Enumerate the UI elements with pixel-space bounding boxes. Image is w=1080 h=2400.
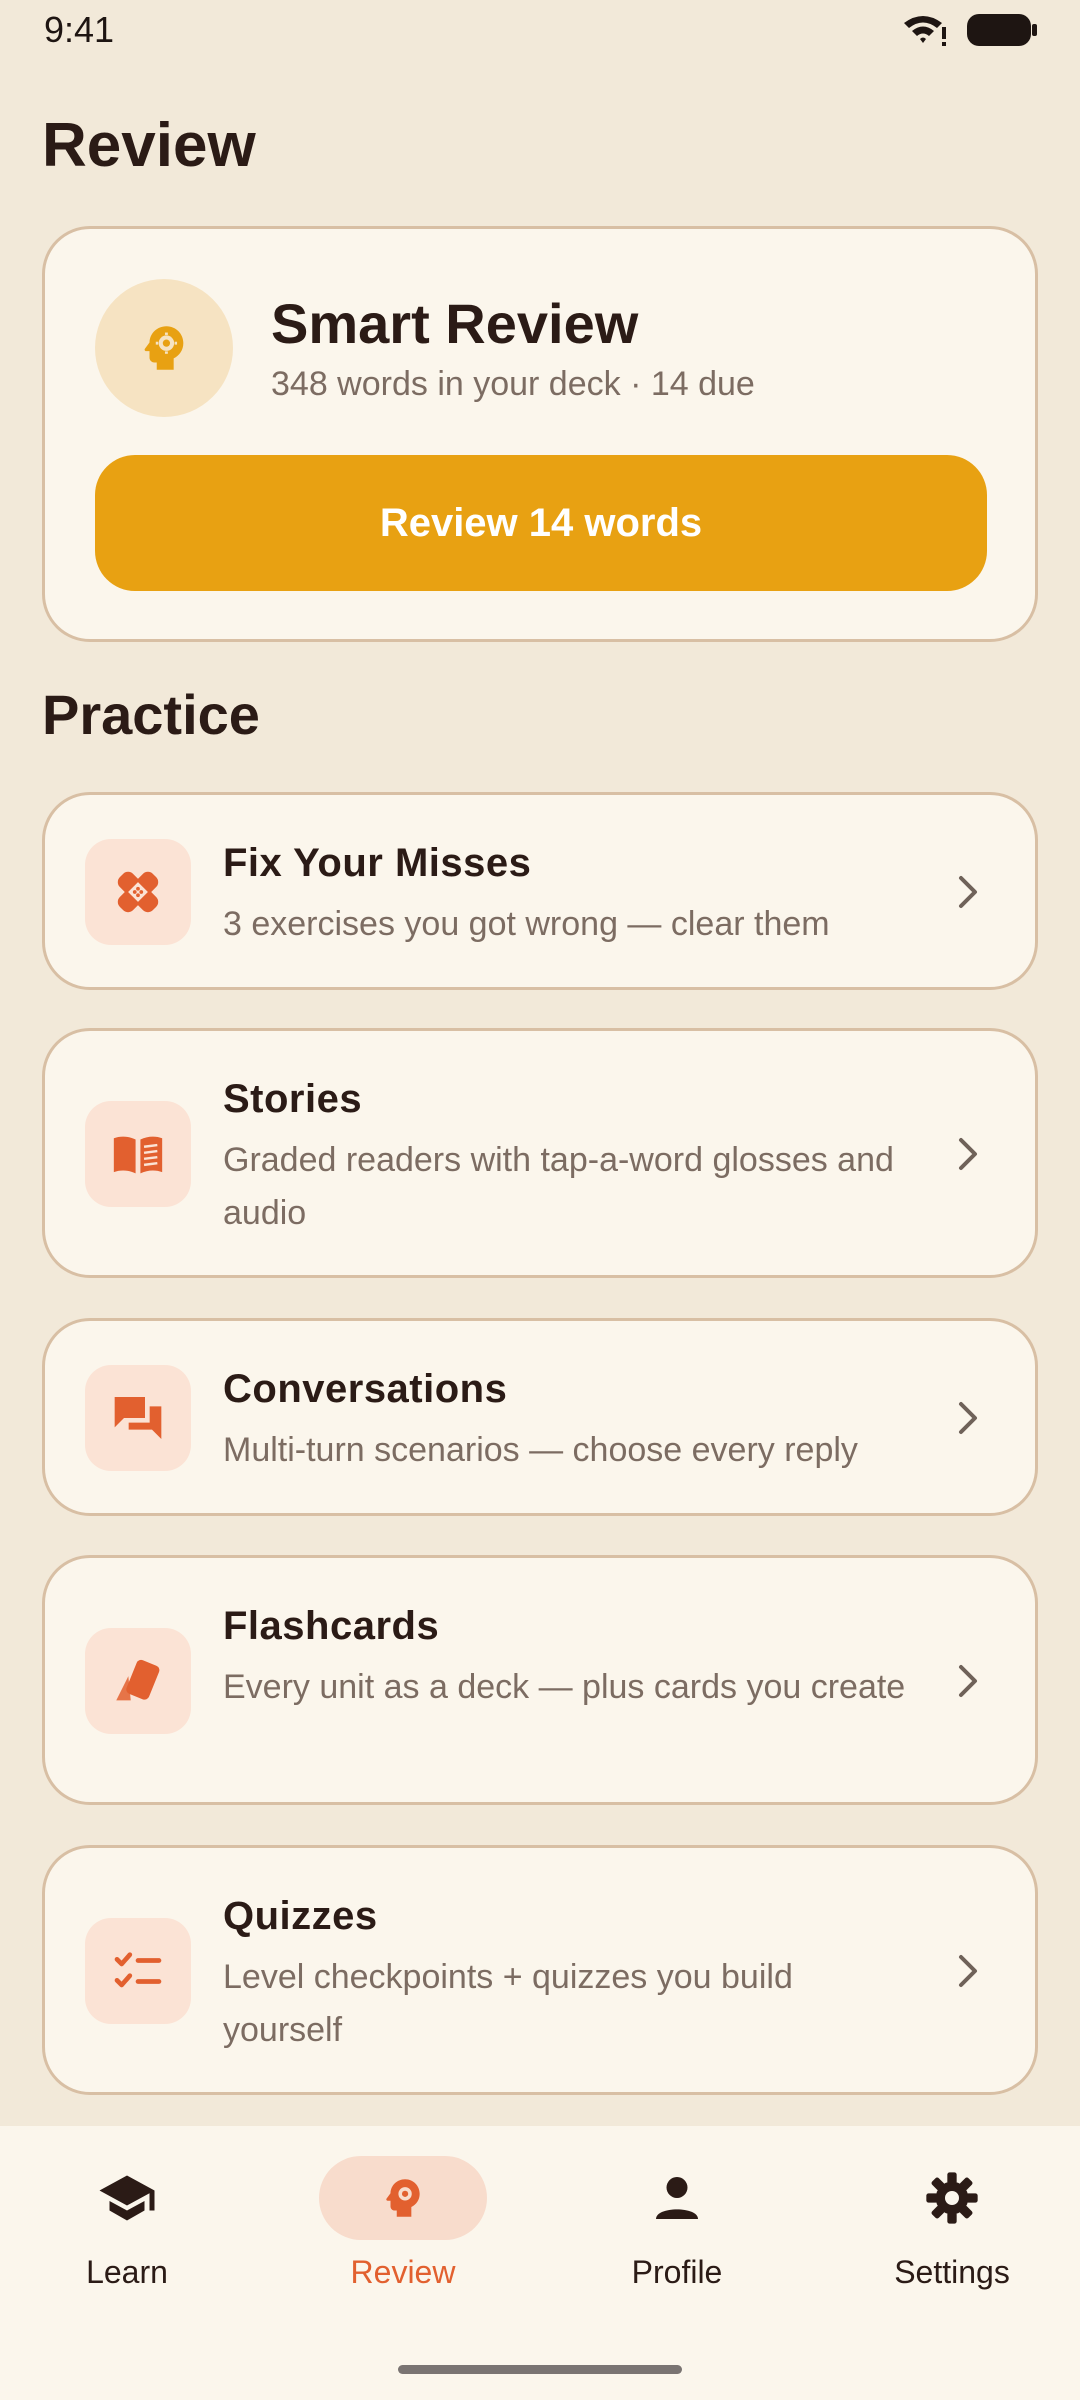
status-icons — [902, 13, 1038, 47]
item-subtitle: Every unit as a deck — plus cards you cr… — [223, 1668, 906, 1706]
nav-item-learn[interactable]: Learn — [2, 2156, 252, 2316]
nav-label: Profile — [631, 2254, 723, 2290]
bottom-navigation: Learn Review Profile Settings — [0, 2126, 1080, 2400]
item-subtitle: Multi-turn scenarios — choose every repl… — [223, 1431, 858, 1469]
item-icon-box — [85, 1365, 191, 1471]
item-subtitle: Level checkpoints + quizzes you build yo… — [223, 1958, 793, 2049]
chevron-right-icon — [959, 1138, 977, 1170]
nav-item-settings[interactable]: Settings — [827, 2156, 1077, 2316]
smart-review-title: Smart Review — [271, 292, 639, 355]
person-icon — [656, 2177, 698, 2219]
status-bar: 9:41 — [0, 0, 1080, 60]
nav-label: Settings — [894, 2254, 1010, 2290]
bandage-icon — [117, 871, 159, 913]
chevron-right-icon — [959, 1402, 977, 1434]
cards-icon — [116, 1659, 160, 1701]
item-icon-box — [85, 1628, 191, 1734]
smart-review-card: Smart Review 348 words in your deck · 14… — [42, 226, 1038, 642]
nav-label: Learn — [86, 2254, 168, 2290]
item-title: Conversations — [223, 1367, 508, 1411]
item-title: Quizzes — [223, 1894, 378, 1938]
item-icon-box — [85, 1101, 191, 1207]
nav-item-profile[interactable]: Profile — [552, 2156, 802, 2316]
nav-item-review[interactable]: Review — [278, 2156, 528, 2316]
page-title: Review — [42, 111, 256, 180]
nav-pill-active — [319, 2156, 487, 2240]
nav-pill — [43, 2156, 211, 2240]
battery-icon — [967, 14, 1037, 46]
book-icon — [113, 1136, 163, 1174]
practice-item-stories[interactable]: Stories Graded readers with tap-a-word g… — [42, 1028, 1038, 1278]
item-icon-box — [85, 839, 191, 945]
wifi-icon — [904, 16, 946, 46]
home-indicator[interactable] — [398, 2365, 682, 2374]
item-subtitle: Graded readers with tap-a-word glosses a… — [223, 1141, 894, 1232]
item-icon-box — [85, 1918, 191, 2024]
review-screen: 9:41 Review Smart Review 348 words in yo… — [0, 0, 1080, 2400]
chevron-right-icon — [959, 1955, 977, 1987]
nav-pill — [868, 2156, 1036, 2240]
nav-pill — [593, 2156, 761, 2240]
practice-section-title: Practice — [42, 683, 260, 746]
item-subtitle: 3 exercises you got wrong — clear them — [223, 905, 830, 943]
item-title: Stories — [223, 1077, 363, 1121]
smart-review-subtitle: 348 words in your deck · 14 due — [271, 365, 755, 403]
practice-item-fix-your-misses[interactable]: Fix Your Misses 3 exercises you got wron… — [42, 792, 1038, 990]
chat-bubbles-icon — [114, 1397, 162, 1439]
item-title: Flashcards — [223, 1604, 440, 1648]
brain-head-icon — [386, 2179, 420, 2217]
item-title: Fix Your Misses — [223, 841, 532, 885]
gear-icon — [926, 2172, 978, 2224]
brain-head-icon — [144, 326, 184, 370]
review-words-button[interactable]: Review 14 words — [95, 455, 987, 591]
chevron-right-icon — [959, 1665, 977, 1697]
checklist-icon — [114, 1952, 162, 1988]
practice-item-conversations[interactable]: Conversations Multi-turn scenarios — cho… — [42, 1318, 1038, 1516]
smart-review-avatar — [95, 279, 233, 417]
status-time: 9:41 — [44, 9, 115, 50]
practice-item-quizzes[interactable]: Quizzes Level checkpoints + quizzes you … — [42, 1845, 1038, 2095]
practice-item-flashcards[interactable]: Flashcards Every unit as a deck — plus c… — [42, 1555, 1038, 1805]
graduation-cap-icon — [99, 2175, 155, 2221]
nav-label: Review — [350, 2254, 456, 2290]
chevron-right-icon — [959, 876, 977, 908]
